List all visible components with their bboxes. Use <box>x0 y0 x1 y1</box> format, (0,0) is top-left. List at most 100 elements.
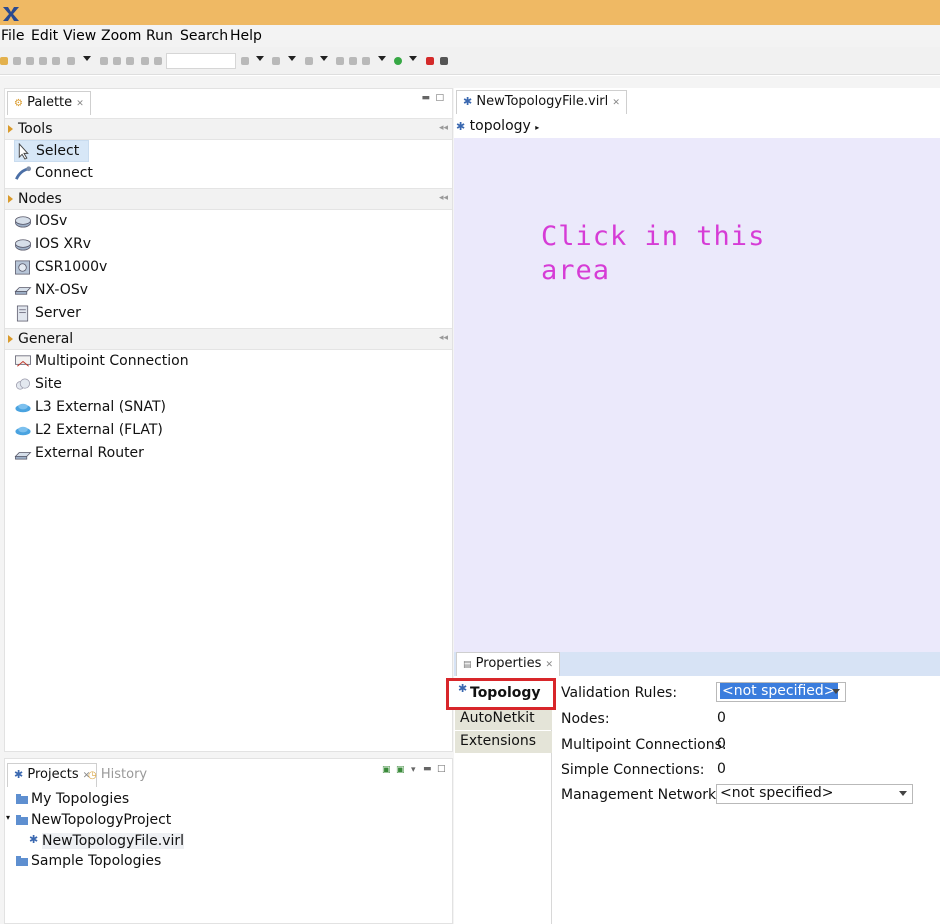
pin-icon[interactable]: ◂◂ <box>439 193 448 203</box>
maximize-icon[interactable]: □ <box>435 93 444 103</box>
external-router-icon <box>14 452 32 460</box>
save-icon[interactable] <box>26 57 34 65</box>
expand-arrow-icon[interactable]: ▾ <box>6 813 10 822</box>
history-tab[interactable]: ◷ History <box>88 767 147 782</box>
zoom-in-icon[interactable] <box>141 57 149 65</box>
menu-search[interactable]: Search <box>180 28 228 44</box>
menu-view[interactable]: View <box>63 28 96 44</box>
project-folder-icon <box>16 815 28 825</box>
new-file-icon[interactable] <box>13 57 21 65</box>
side-tab-extensions[interactable]: Extensions <box>455 731 552 753</box>
menu-help[interactable]: Help <box>230 28 262 44</box>
simple-connections-label: Simple Connections: <box>561 762 705 778</box>
collapse-all-icon[interactable]: ▣ <box>382 765 391 775</box>
stop-icon[interactable] <box>426 57 434 65</box>
minimize-icon[interactable]: ▬ <box>421 93 430 103</box>
site-cloud-icon <box>16 378 30 390</box>
palette-item-label: Connect <box>35 165 93 181</box>
drawer-tools-arrow-icon <box>8 125 13 133</box>
align-dropdown-icon[interactable] <box>288 56 296 61</box>
history-icon: ◷ <box>88 770 97 781</box>
wand-icon[interactable] <box>362 57 370 65</box>
copy-icon[interactable] <box>113 57 121 65</box>
connect-cable-icon <box>15 166 32 180</box>
layout-icon[interactable] <box>305 57 313 65</box>
project-folder-icon <box>16 856 28 866</box>
zoom-combo[interactable] <box>166 53 236 69</box>
nodes-value: 0 <box>717 710 726 726</box>
maximize-icon[interactable]: □ <box>437 764 446 774</box>
user-icon[interactable] <box>440 57 448 65</box>
new-folder-icon[interactable] <box>0 57 8 65</box>
menu-zoom[interactable]: Zoom <box>101 28 141 44</box>
pin-icon[interactable]: ◂◂ <box>439 123 448 133</box>
palette-tab[interactable]: ⚙ Palette ✕ <box>7 91 91 115</box>
wand-dropdown-icon[interactable] <box>378 56 386 61</box>
router-icon <box>15 216 31 228</box>
topology-icon: ✱ <box>458 682 468 695</box>
close-icon[interactable]: ✕ <box>76 99 84 109</box>
refresh-icon[interactable] <box>67 57 75 65</box>
drawer-tools[interactable]: Tools ◂◂ <box>5 118 452 140</box>
breadcrumb-label: topology <box>469 118 531 134</box>
management-network-label: Management Network: <box>561 787 721 803</box>
minimize-icon[interactable]: ▬ <box>423 764 432 774</box>
topology-file-icon: ✱ <box>29 833 39 846</box>
cut-icon[interactable] <box>100 57 108 65</box>
drawer-general-arrow-icon <box>8 335 13 343</box>
add-icon[interactable] <box>241 57 249 65</box>
management-network-combo[interactable]: <not specified> <box>716 784 913 804</box>
csr-router-icon <box>15 260 30 275</box>
properties-tab[interactable]: ▤ Properties ✕ <box>456 652 561 676</box>
run-dropdown-icon[interactable] <box>409 56 417 61</box>
close-icon[interactable]: ✕ <box>546 660 554 670</box>
topology-canvas[interactable] <box>454 138 940 652</box>
menu-run[interactable]: Run <box>146 28 173 44</box>
add-dropdown-icon[interactable] <box>256 56 264 61</box>
refresh-dropdown-icon[interactable] <box>83 56 91 61</box>
management-network-value: <not specified> <box>720 785 834 801</box>
menu-file[interactable]: File <box>1 28 24 44</box>
menu-edit[interactable]: Edit <box>31 28 58 44</box>
network-icon[interactable] <box>336 57 344 65</box>
pin-icon[interactable]: ◂◂ <box>439 333 448 343</box>
validation-rules-combo[interactable]: <not specified> <box>716 682 846 702</box>
drawer-general-label: General <box>18 331 74 347</box>
palette-item-select[interactable]: Select <box>14 140 89 162</box>
drawer-nodes[interactable]: Nodes ◂◂ <box>5 188 452 210</box>
topology-file-icon: ✱ <box>463 95 473 108</box>
zoom-out-icon[interactable] <box>154 57 162 65</box>
nodes-label: Nodes: <box>561 711 610 727</box>
properties-tab-label: Properties <box>475 656 542 671</box>
align-icon[interactable] <box>272 57 280 65</box>
side-tab-topology[interactable]: ✱ Topology <box>446 678 556 710</box>
palette-item-label: Server <box>35 305 81 321</box>
palette-pane: ⚙ Palette ✕ ▬ □ Tools ◂◂ Select Connect … <box>4 88 453 752</box>
save-all-icon[interactable] <box>39 57 47 65</box>
editor-tab-label: NewTopologyFile.virl <box>476 94 609 109</box>
run-icon[interactable] <box>394 57 402 65</box>
layout-dropdown-icon[interactable] <box>320 56 328 61</box>
paste-icon[interactable] <box>126 57 134 65</box>
palette-item-label: Select <box>36 143 80 159</box>
view-menu-icon[interactable]: ▾ <box>411 765 416 775</box>
drawer-general[interactable]: General ◂◂ <box>5 328 452 350</box>
palette-tab-icon: ⚙ <box>14 98 23 109</box>
side-tab-autonetkit[interactable]: AutoNetkit <box>455 708 552 730</box>
projects-pane: ✱ Projects ✕ ◷ History ▣ ▣ ▾ ▬ □ My Topo… <box>4 758 453 924</box>
multipoint-connection-icon <box>15 355 31 367</box>
tree-item-label: My Topologies <box>31 791 130 807</box>
connect-tool-icon[interactable] <box>349 57 357 65</box>
projects-tab[interactable]: ✱ Projects ✕ <box>7 763 98 787</box>
properties-icon: ▤ <box>463 660 472 670</box>
link-editor-icon[interactable]: ▣ <box>396 765 405 775</box>
projects-tab-label: Projects <box>27 767 79 782</box>
breadcrumb[interactable]: ✱ topology ▸ <box>456 118 539 134</box>
print-icon[interactable] <box>52 57 60 65</box>
editor-tab[interactable]: ✱ NewTopologyFile.virl ✕ <box>456 90 627 114</box>
drawer-nodes-arrow-icon <box>8 195 13 203</box>
menu-bar: File Edit View Zoom Run Search Help <box>0 25 940 47</box>
app-logo-icon <box>3 7 19 21</box>
topology-icon: ✱ <box>456 120 466 133</box>
close-icon[interactable]: ✕ <box>612 98 620 108</box>
